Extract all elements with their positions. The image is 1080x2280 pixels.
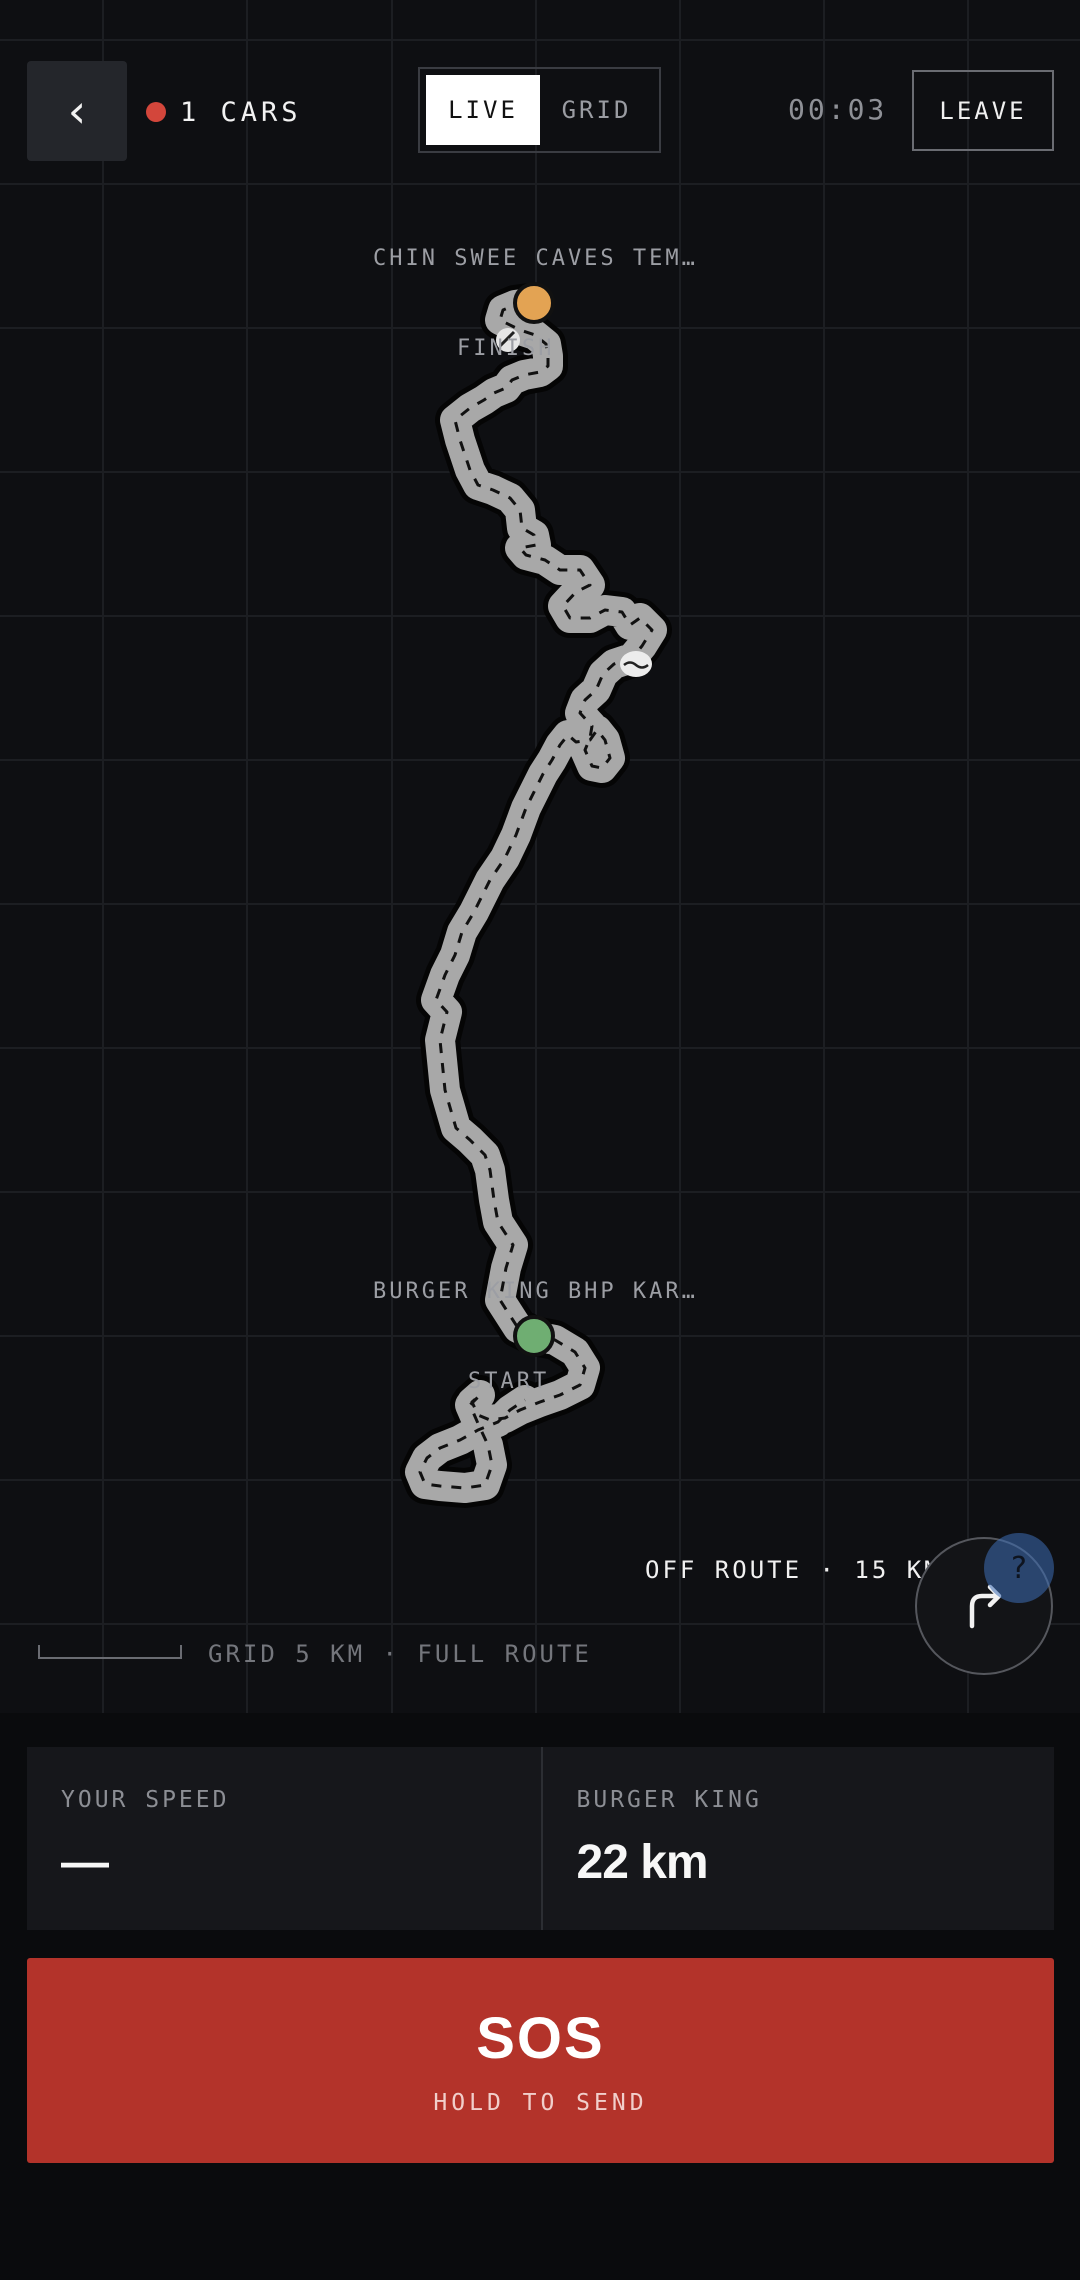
sos-hint: HOLD TO SEND xyxy=(433,2090,648,2116)
start-marker[interactable] xyxy=(513,1315,555,1357)
speed-stat: YOUR SPEED — xyxy=(27,1747,541,1930)
speed-value: — xyxy=(61,1836,109,1889)
unknown-user-icon: ? xyxy=(1011,1550,1027,1586)
view-mode-toggle: LIVE GRID xyxy=(418,67,661,153)
stats-panel: YOUR SPEED — BURGER KING 22 km xyxy=(27,1747,1054,1930)
tab-grid[interactable]: GRID xyxy=(540,75,653,145)
tab-live[interactable]: LIVE xyxy=(426,75,540,145)
destination-stat: BURGER KING 22 km xyxy=(540,1747,1055,1930)
user-location-marker[interactable]: ? xyxy=(984,1533,1054,1603)
live-status-dot xyxy=(146,102,166,122)
off-route-indicator: OFF ROUTE · 15 KM xyxy=(645,1556,942,1584)
convoy-screen: CHIN SWEE CAVES TEM… FINISH BURGER KING … xyxy=(0,0,1080,2280)
elapsed-timer: 00:03 xyxy=(788,93,888,126)
sos-button[interactable]: SOS HOLD TO SEND xyxy=(27,1958,1054,2163)
scale-bar xyxy=(38,1645,182,1659)
start-name-label: BURGER KING BHP KAR… xyxy=(373,1279,698,1304)
destination-label: BURGER KING xyxy=(576,1787,762,1813)
leave-button[interactable]: LEAVE xyxy=(912,70,1054,151)
back-button[interactable]: ‹ xyxy=(27,61,127,161)
route-map[interactable]: CHIN SWEE CAVES TEM… FINISH BURGER KING … xyxy=(0,0,1080,1713)
sos-label: SOS xyxy=(476,2006,605,2071)
speed-label: YOUR SPEED xyxy=(61,1787,230,1813)
finish-label: FINISH xyxy=(457,336,555,361)
finish-name-label: CHIN SWEE CAVES TEM… xyxy=(373,246,698,271)
chevron-left-icon: ‹ xyxy=(67,84,87,138)
start-label: START xyxy=(468,1369,550,1394)
finish-marker[interactable] xyxy=(513,282,555,324)
cars-count: 1 CARS xyxy=(146,90,302,134)
waypoint-icon xyxy=(620,651,652,677)
scale-label: GRID 5 KM · FULL ROUTE xyxy=(208,1640,592,1668)
destination-distance: 22 km xyxy=(576,1836,709,1889)
cars-count-label: 1 CARS xyxy=(180,96,302,128)
